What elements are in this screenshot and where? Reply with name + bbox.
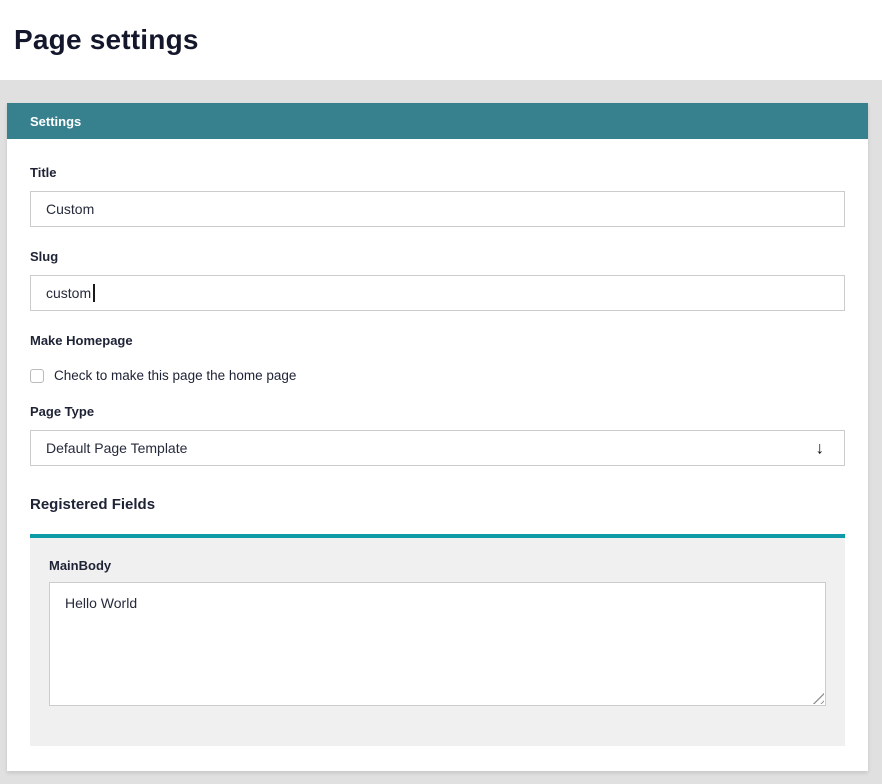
text-caret (93, 284, 95, 302)
slug-input-wrap (30, 275, 845, 311)
dropdown-arrow-icon: ↓ (816, 440, 825, 457)
top-header: Page settings (0, 0, 882, 80)
homepage-checkbox-row: Check to make this page the home page (30, 368, 845, 383)
title-input[interactable] (30, 191, 845, 227)
make-homepage-label: Make Homepage (30, 333, 845, 348)
registered-fields-panel: MainBody Hello World (30, 534, 845, 746)
mainbody-textarea-wrap: Hello World (49, 582, 826, 706)
settings-card-body: Title Slug Make Homepage Check to make t… (7, 139, 868, 746)
slug-label: Slug (30, 249, 845, 264)
page-type-select[interactable]: Default Page Template ↓ (30, 430, 845, 466)
registered-fields-heading: Registered Fields (30, 496, 845, 513)
homepage-field-group: Make Homepage Check to make this page th… (30, 333, 845, 383)
page-type-label: Page Type (30, 404, 845, 419)
settings-card-header: Settings (7, 103, 868, 139)
page-title: Page settings (14, 24, 199, 56)
homepage-checkbox-label: Check to make this page the home page (54, 368, 296, 383)
title-label: Title (30, 165, 845, 180)
page-type-selected-value: Default Page Template (46, 440, 187, 456)
page-settings-screen: { "page": { "title": "Page settings" }, … (0, 0, 882, 784)
mainbody-label: MainBody (49, 558, 826, 573)
slug-input[interactable] (30, 275, 845, 311)
settings-card: Settings Title Slug Make Homepage Check … (7, 103, 868, 771)
settings-card-header-label: Settings (30, 114, 81, 129)
page-type-field-group: Page Type Default Page Template ↓ (30, 404, 845, 466)
title-field-group: Title (30, 165, 845, 227)
slug-field-group: Slug (30, 249, 845, 311)
homepage-checkbox[interactable] (30, 369, 44, 383)
mainbody-textarea[interactable]: Hello World (49, 582, 826, 706)
